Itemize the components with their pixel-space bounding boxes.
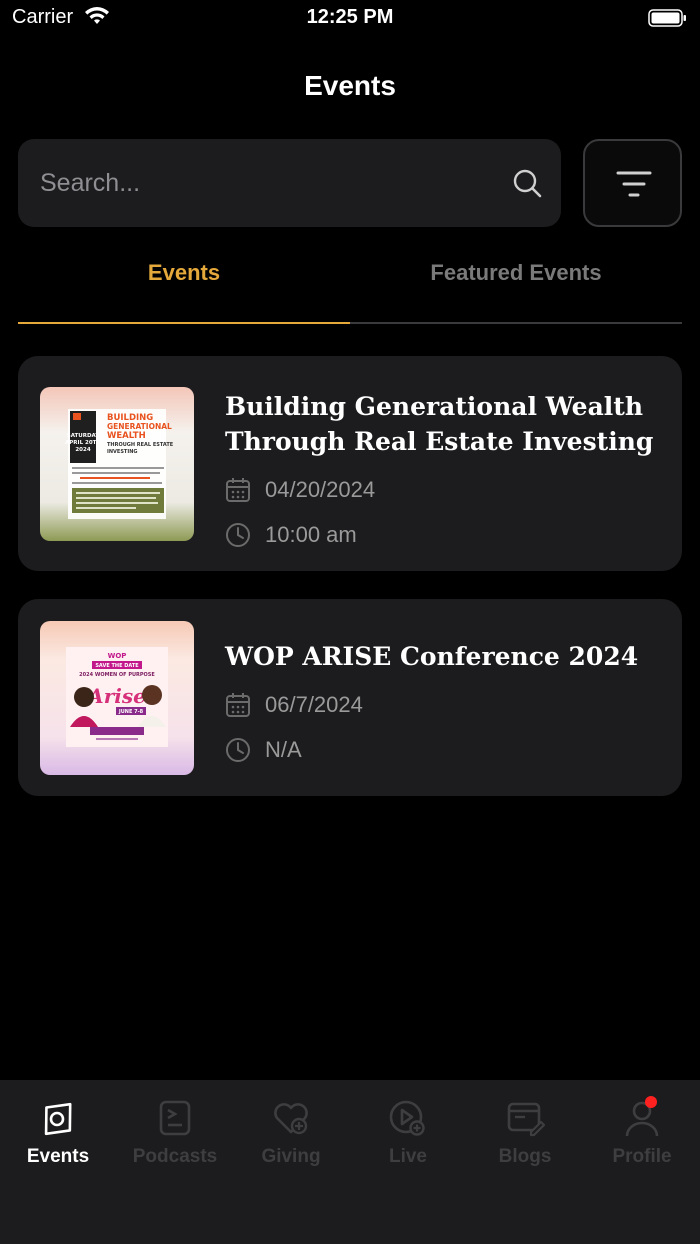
tab-featured-events[interactable]: Featured Events xyxy=(350,240,682,322)
events-screen: Carrier 12:25 PM Events Events Fe xyxy=(0,0,700,1244)
event-date: 06/7/2024 xyxy=(265,692,363,717)
search-icon[interactable] xyxy=(511,167,543,199)
flyer-text: GENERATIONAL xyxy=(107,422,172,431)
calendar-icon xyxy=(226,693,250,717)
event-flyer-image: WOP SAVE THE DATE 2024 WOMEN OF PURPOSE … xyxy=(40,621,194,775)
calendar-icon xyxy=(226,478,250,502)
tab-divider xyxy=(350,322,682,324)
flyer-text: INVESTING xyxy=(107,449,138,455)
nav-item-profile[interactable]: Profile xyxy=(584,1098,700,1178)
tab-events[interactable]: Events xyxy=(18,240,350,322)
nav-item-live[interactable]: Live xyxy=(350,1098,466,1178)
flyer-text: SATURDAY xyxy=(67,433,101,439)
event-tabs: Events Featured Events xyxy=(18,240,682,326)
nav-label: Podcasts xyxy=(132,1146,218,1167)
event-date-row: 06/7/2024 xyxy=(225,690,363,720)
event-date: 04/20/2024 xyxy=(265,477,376,502)
nav-label: Live xyxy=(388,1146,428,1167)
nav-item-podcasts[interactable]: Podcasts xyxy=(117,1098,233,1178)
event-date-row: 04/20/2024 xyxy=(225,475,375,505)
clock-icon xyxy=(226,523,250,547)
event-thumbnail: WOP SAVE THE DATE 2024 WOMEN OF PURPOSE … xyxy=(40,621,194,775)
nav-item-giving[interactable]: Giving xyxy=(233,1098,349,1178)
podcasts-icon xyxy=(159,1100,191,1136)
battery-icon xyxy=(648,9,686,27)
nav-item-blogs[interactable]: Blogs xyxy=(467,1098,583,1178)
event-card[interactable]: SATURDAY APRIL 20TH 2024 BUILDING GENERA… xyxy=(18,356,682,571)
clock: 12:25 PM xyxy=(306,6,394,28)
status-bar: Carrier 12:25 PM xyxy=(0,0,700,36)
nav-item-events[interactable]: Events xyxy=(0,1098,116,1178)
bottom-nav: Events Podcasts Giving Live Blogs Profil… xyxy=(0,1080,700,1244)
events-icon xyxy=(44,1102,72,1136)
flyer-text: 2024 WOMEN OF PURPOSE xyxy=(79,672,155,678)
notification-badge xyxy=(645,1096,657,1108)
flyer-text: APRIL 20TH xyxy=(65,440,101,446)
clock-icon xyxy=(226,738,250,762)
flyer-text: SAVE THE DATE xyxy=(95,663,139,669)
event-time-row: N/A xyxy=(225,735,302,765)
flyer-text: Arise xyxy=(86,684,146,708)
flyer-text: WEALTH xyxy=(107,431,146,441)
page-title: Events xyxy=(304,70,396,101)
event-time: 10:00 am xyxy=(265,522,357,547)
flyer-text: 2024 xyxy=(75,447,90,453)
live-icon xyxy=(389,1100,425,1136)
flyer-text: WOP xyxy=(108,652,127,660)
event-title: WOP ARISE Conference 2024 xyxy=(225,642,639,671)
nav-label: Profile xyxy=(612,1146,672,1167)
search-input[interactable] xyxy=(40,163,500,203)
event-thumbnail: SATURDAY APRIL 20TH 2024 BUILDING GENERA… xyxy=(40,387,194,541)
event-flyer-image: SATURDAY APRIL 20TH 2024 BUILDING GENERA… xyxy=(40,387,194,541)
giving-icon xyxy=(274,1103,308,1135)
blogs-icon xyxy=(507,1102,545,1137)
nav-label: Events xyxy=(26,1146,90,1167)
search-bar[interactable] xyxy=(18,139,561,227)
flyer-text: THROUGH REAL ESTATE xyxy=(107,442,174,448)
event-time: N/A xyxy=(265,737,302,762)
active-tab-indicator xyxy=(18,322,350,324)
filter-icon xyxy=(616,171,652,197)
event-title: Building Generational Wealth Through Rea… xyxy=(225,392,654,456)
nav-label: Blogs xyxy=(498,1146,552,1167)
nav-label: Giving xyxy=(261,1146,321,1167)
event-card[interactable]: WOP SAVE THE DATE 2024 WOMEN OF PURPOSE … xyxy=(18,599,682,796)
event-time-row: 10:00 am xyxy=(225,520,357,550)
flyer-text: JUNE 7-8 xyxy=(118,709,144,715)
filter-button[interactable] xyxy=(583,139,682,227)
